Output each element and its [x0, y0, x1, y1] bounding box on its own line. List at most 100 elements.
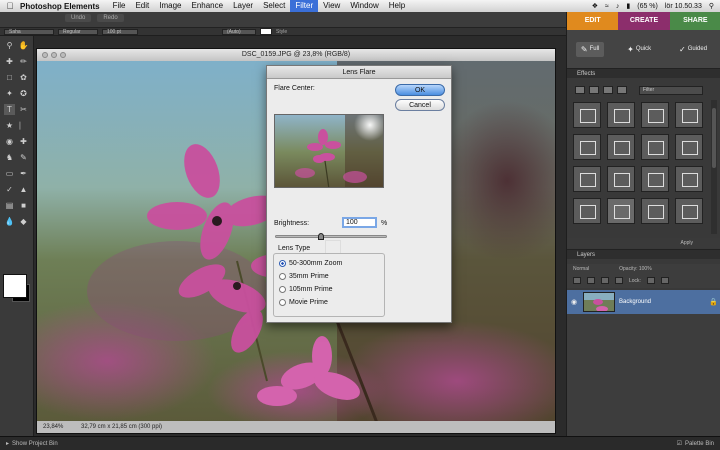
all-effects-category-icon[interactable]	[617, 86, 627, 94]
effect-thumbnail[interactable]	[573, 102, 601, 128]
cancel-button[interactable]: Cancel	[395, 99, 445, 111]
blend-mode-select[interactable]: Normal	[573, 266, 589, 272]
menu-view[interactable]: View	[318, 0, 345, 12]
lens-option-105mm[interactable]: 105mm Prime	[279, 286, 333, 293]
app-name[interactable]: Photoshop Elements	[20, 2, 100, 11]
tab-share[interactable]: SHARE	[669, 12, 720, 30]
apple-icon[interactable]: 	[0, 1, 20, 11]
radio-icon[interactable]	[279, 299, 286, 306]
layer-name[interactable]: Background	[619, 299, 709, 305]
link-layers-icon[interactable]	[615, 277, 623, 284]
battery-icon[interactable]: ▮	[626, 2, 630, 10]
effects-scrollbar[interactable]	[711, 100, 717, 234]
search-icon[interactable]: ⚲	[709, 2, 714, 10]
new-layer-icon[interactable]	[573, 277, 581, 284]
font-family-select[interactable]: Saha	[4, 28, 54, 35]
opacity-value[interactable]: 100%	[639, 266, 652, 272]
hand-tool-icon[interactable]: ✋	[18, 40, 29, 51]
minimize-window-icon[interactable]	[51, 52, 57, 58]
effect-thumbnail[interactable]	[573, 134, 601, 160]
scrollbar-thumb[interactable]	[712, 108, 716, 168]
move-tool-icon[interactable]: ✚	[4, 56, 15, 67]
undo-button[interactable]: Undo	[65, 14, 92, 22]
lens-option-35mm[interactable]: 35mm Prime	[279, 273, 329, 280]
edit-guided-button[interactable]: ✓ Guided	[674, 42, 712, 57]
font-size-select[interactable]: 100 pt	[102, 28, 138, 35]
cookie-cutter-icon[interactable]: ★	[4, 120, 15, 131]
tab-edit[interactable]: EDIT	[567, 12, 619, 30]
leading-select[interactable]: (Auto)	[222, 28, 256, 35]
eyedropper-icon[interactable]: ✏	[18, 56, 29, 67]
layer-styles-category-icon[interactable]	[589, 86, 599, 94]
layers-panel-header[interactable]: Layers	[567, 249, 720, 259]
lasso-tool-icon[interactable]: ✿	[18, 72, 29, 83]
apply-button[interactable]: Apply	[680, 240, 693, 246]
menu-help[interactable]: Help	[384, 0, 410, 12]
zoom-level[interactable]: 23,84%	[43, 424, 73, 430]
tab-create[interactable]: CREATE	[618, 12, 670, 30]
brightness-input[interactable]: 100	[342, 217, 377, 228]
adjustment-layer-icon[interactable]	[587, 277, 595, 284]
edit-full-button[interactable]: ✎ Full	[575, 41, 605, 57]
dialog-title[interactable]: Lens Flare	[267, 66, 451, 79]
effect-thumbnail[interactable]	[573, 166, 601, 192]
effect-thumbnail-selected[interactable]	[607, 198, 635, 224]
edit-quick-button[interactable]: ✦ Quick	[622, 42, 656, 57]
clone-stamp-icon[interactable]: ♞	[4, 152, 15, 163]
zoom-tool-icon[interactable]: ⚲	[4, 40, 15, 51]
menu-enhance[interactable]: Enhance	[186, 0, 228, 12]
document-title-bar[interactable]: DSC_0159.JPG @ 23,8% (RGB/8)	[37, 49, 555, 61]
effect-thumbnail[interactable]	[641, 102, 669, 128]
paint-bucket-icon[interactable]: ▲	[18, 184, 29, 195]
menu-image[interactable]: Image	[154, 0, 186, 12]
ok-button[interactable]: OK	[395, 84, 445, 96]
effect-thumbnail[interactable]	[675, 166, 703, 192]
menu-layer[interactable]: Layer	[228, 0, 258, 12]
radio-icon[interactable]	[279, 273, 286, 280]
radio-selected-icon[interactable]	[279, 260, 286, 267]
effect-thumbnail[interactable]	[573, 198, 601, 224]
crop-tool-icon[interactable]: ✂	[18, 104, 29, 115]
lens-option-movie-prime[interactable]: Movie Prime	[279, 299, 328, 306]
effect-thumbnail[interactable]	[641, 134, 669, 160]
shape-tool-icon[interactable]: ■	[18, 200, 29, 211]
sponge-tool-icon[interactable]: ◆	[18, 216, 29, 227]
red-eye-icon[interactable]: ◉	[4, 136, 15, 147]
quick-selection-icon[interactable]: ✪	[18, 88, 29, 99]
effect-thumbnail[interactable]	[675, 198, 703, 224]
brightness-slider[interactable]	[275, 233, 387, 254]
brightness-slider-thumb[interactable]	[318, 233, 341, 254]
lock-transparent-icon[interactable]	[646, 277, 655, 284]
effect-thumbnail[interactable]	[675, 102, 703, 128]
brush-icon[interactable]: ✒	[18, 168, 29, 179]
effect-thumbnail[interactable]	[607, 102, 635, 128]
layer-row-background[interactable]: ◉ Background 🔒	[567, 290, 720, 314]
menu-edit[interactable]: Edit	[130, 0, 154, 12]
eraser-icon[interactable]: ▭	[4, 168, 15, 179]
lock-all-icon[interactable]	[660, 277, 669, 284]
effects-panel-header[interactable]: Effects	[567, 68, 720, 78]
type-tool-icon[interactable]: T	[4, 104, 15, 115]
volume-icon[interactable]: ♪	[616, 3, 620, 10]
effect-thumbnail[interactable]	[641, 166, 669, 192]
effect-thumbnail[interactable]	[675, 134, 703, 160]
radio-icon[interactable]	[279, 286, 286, 293]
healing-brush-icon[interactable]: ✚	[18, 136, 29, 147]
photo-effects-category-icon[interactable]	[603, 86, 613, 94]
pencil-icon[interactable]: ✎	[18, 152, 29, 163]
lens-option-50-300mm[interactable]: 50-300mm Zoom	[279, 260, 342, 267]
menu-filter[interactable]: Filter	[290, 0, 319, 12]
filters-category-icon[interactable]	[575, 86, 585, 94]
menu-select[interactable]: Select	[258, 0, 290, 12]
effect-thumbnail[interactable]	[607, 166, 635, 192]
redo-button[interactable]: Redo	[97, 14, 124, 22]
gradient-icon[interactable]: ▤	[4, 200, 15, 211]
magic-wand-icon[interactable]: ✦	[4, 88, 15, 99]
effect-thumbnail[interactable]	[641, 198, 669, 224]
wifi-icon[interactable]: ≈	[605, 3, 609, 10]
straighten-icon[interactable]: ⎸	[18, 120, 29, 131]
zoom-window-icon[interactable]	[60, 52, 66, 58]
text-color-swatch[interactable]	[260, 28, 272, 35]
effect-thumbnail[interactable]	[607, 134, 635, 160]
menu-window[interactable]: Window	[345, 0, 383, 12]
